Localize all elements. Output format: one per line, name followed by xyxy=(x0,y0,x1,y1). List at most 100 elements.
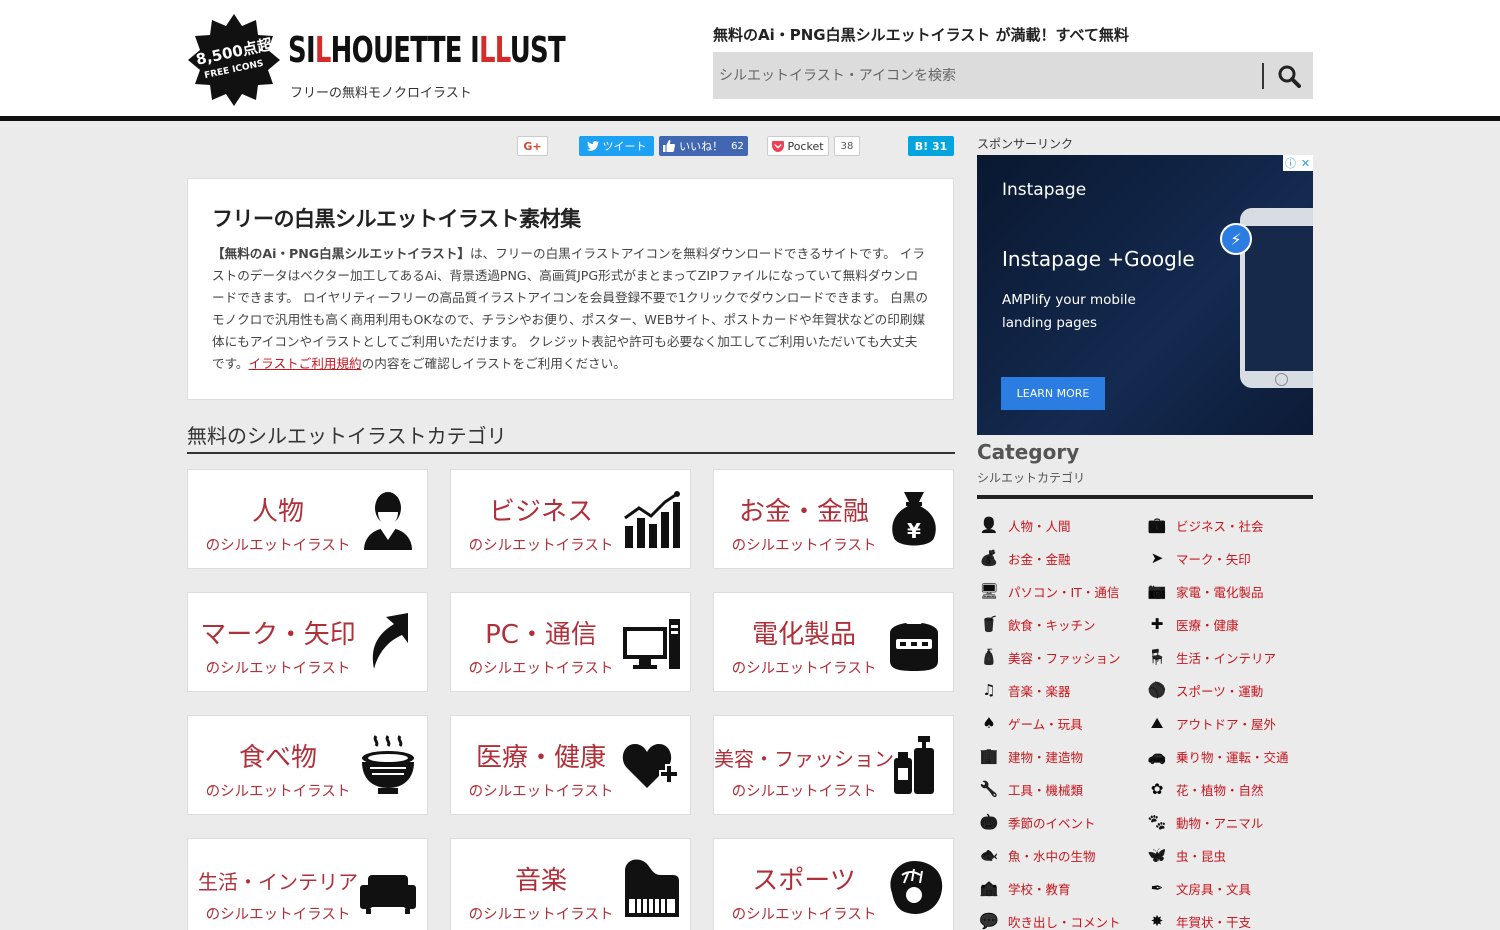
sidebar-category-label: 吹き出し・コメント xyxy=(1008,914,1121,930)
sidebar-category-item[interactable]: ♫ 音楽・楽器 xyxy=(978,679,1070,701)
tile-subtitle: のシルエットイラスト xyxy=(205,907,351,923)
pocket-button[interactable]: Pocket xyxy=(767,136,829,156)
sidebar-category-label: 魚・水中の生物 xyxy=(1008,848,1096,864)
rice-cooker-icon xyxy=(890,619,938,671)
tile-title: 音楽 xyxy=(514,866,567,896)
speech-bubble-icon: 💬 xyxy=(979,912,999,930)
tile-title: 美容・ファッション xyxy=(714,747,894,771)
sidebar-category-item[interactable]: ⛰ アウトドア・屋外 xyxy=(1146,712,1276,734)
sidebar-category-item[interactable]: 🔧 工具・機械類 xyxy=(978,778,1083,800)
medical-icon: ✚ xyxy=(1150,615,1164,633)
sidebar-category-item[interactable]: ♠ ゲーム・玩具 xyxy=(978,712,1083,734)
category-tile-food[interactable]: 食べ物 のシルエットイラスト xyxy=(187,715,428,815)
sidebar-category-item[interactable]: ➤ マーク・矢印 xyxy=(1146,547,1251,569)
piano-icon xyxy=(625,859,679,917)
sidebar-category-item[interactable]: 🐟 魚・水中の生物 xyxy=(978,844,1096,866)
search-button[interactable] xyxy=(1265,52,1313,99)
sidebar-category-item[interactable]: 🪑 生活・インテリア xyxy=(1146,646,1276,668)
tile-title: 人物 xyxy=(251,497,304,527)
search-divider xyxy=(1262,63,1264,89)
tweet-label: ツイート xyxy=(602,140,647,153)
gplus-share-button[interactable]: G+ xyxy=(517,136,548,156)
car-icon: 🚗 xyxy=(1147,747,1167,765)
sidebar-category-label: 学校・教育 xyxy=(1008,881,1071,897)
money-bag-icon: ¥ xyxy=(892,492,936,546)
sidebar-title: Category xyxy=(977,440,1080,464)
sidebar-category-label: 人物・人間 xyxy=(1008,518,1071,534)
sidebar-category-label: パソコン・IT・通信 xyxy=(1008,584,1120,600)
sidebar-category-label: 花・植物・自然 xyxy=(1176,782,1264,798)
sidebar-category-label: 生活・インテリア xyxy=(1176,650,1277,666)
person-icon: 👤 xyxy=(979,516,999,534)
ad-choices[interactable]: ⓘ ✕ xyxy=(1283,155,1313,171)
category-tile-business[interactable]: ビジネス のシルエットイラスト xyxy=(450,469,691,569)
category-tile-person[interactable]: 人物 のシルエットイラスト xyxy=(187,469,428,569)
tile-subtitle: のシルエットイラスト xyxy=(468,784,614,800)
facebook-like-button[interactable]: いいね！ 62 xyxy=(659,136,748,156)
sidebar-category-label: 工具・機械類 xyxy=(1008,782,1084,798)
terms-link[interactable]: イラストご利用規約 xyxy=(249,356,362,371)
wrench-icon: 🔧 xyxy=(979,780,999,798)
sidebar-category-item[interactable]: 🏫 学校・教育 xyxy=(978,877,1071,899)
site-tagline: 無料のAi・PNG白黒シルエットイラスト が満載！すべて無料 xyxy=(713,26,1129,44)
sidebar-category-item[interactable]: 💰 お金・金融 xyxy=(978,547,1071,569)
svg-text:¥: ¥ xyxy=(907,519,921,543)
tweet-button[interactable]: ツイート xyxy=(579,136,654,156)
intro-lead: 【無料のAi・PNG白黒シルエットイラスト】 xyxy=(212,246,471,261)
sidebar-category-item[interactable]: 🖥 パソコン・IT・通信 xyxy=(978,580,1119,602)
category-tile-money[interactable]: お金・金融 のシルエットイラスト ¥ xyxy=(713,469,954,569)
search-input[interactable] xyxy=(713,52,1261,99)
computer-icon xyxy=(623,619,680,669)
ad-banner[interactable]: ⓘ ✕ Instapage Instapage +Google AMPlify y… xyxy=(977,155,1313,435)
sidebar-category-item[interactable]: 👤 人物・人間 xyxy=(978,514,1071,536)
sidebar-category-item[interactable]: ✚ 医療・健康 xyxy=(1146,613,1239,635)
sidebar-category-item[interactable]: 🐾 動物・アニマル xyxy=(1146,811,1264,833)
fish-icon: 🐟 xyxy=(979,846,999,864)
info-icon[interactable]: ⓘ xyxy=(1283,155,1298,171)
sidebar-category-item[interactable]: 📷 家電・電化製品 xyxy=(1146,580,1264,602)
close-icon[interactable]: ✕ xyxy=(1298,155,1313,171)
tile-subtitle: のシルエットイラスト xyxy=(468,907,614,923)
category-tile-sports[interactable]: スポーツ のシルエットイラスト xyxy=(713,838,954,930)
sidebar-category-item[interactable]: 💬 吹き出し・コメント xyxy=(978,910,1121,930)
sidebar-category-item[interactable]: 🧴 美容・ファッション xyxy=(978,646,1121,668)
ad-cta-button[interactable]: LEARN MORE xyxy=(1001,377,1105,410)
tile-title: スポーツ xyxy=(752,866,856,896)
category-tile-beauty[interactable]: 美容・ファッション のシルエットイラスト xyxy=(713,715,954,815)
sidebar-category-label: アウトドア・屋外 xyxy=(1176,716,1277,732)
category-tile-pc[interactable]: PC・通信 のシルエットイラスト xyxy=(450,592,691,692)
tile-title: お金・金融 xyxy=(738,497,869,527)
site-logo[interactable]: SILHOUETTE ILLUST xyxy=(288,30,566,71)
category-tile-medical[interactable]: 医療・健康 のシルエットイラスト xyxy=(450,715,691,815)
tile-subtitle: のシルエットイラスト xyxy=(731,907,877,923)
logo-subtitle: フリーの無料モノクロイラスト xyxy=(290,86,472,101)
sidebar-category-item[interactable]: 🎃 季節のイベント xyxy=(978,811,1096,833)
category-tile-interior[interactable]: 生活・インテリア のシルエットイラスト xyxy=(187,838,428,930)
sidebar-category-label: ゲーム・玩具 xyxy=(1008,716,1083,732)
mountain-icon: ⛰ xyxy=(1150,714,1164,732)
twitter-bird-icon xyxy=(586,141,599,151)
person-icon xyxy=(364,492,412,550)
new-year-icon: ✸ xyxy=(1150,912,1164,930)
music-note-icon: ♫ xyxy=(982,681,996,699)
sidebar-category-item[interactable]: 💼 ビジネス・社会 xyxy=(1146,514,1264,536)
sidebar-category-item[interactable]: 🚗 乗り物・運転・交通 xyxy=(1146,745,1289,767)
building-icon: 🏢 xyxy=(979,747,999,765)
category-tile-music[interactable]: 音楽 のシルエットイラスト xyxy=(450,838,691,930)
camera-icon: 📷 xyxy=(1147,582,1167,600)
tile-title: ビジネス xyxy=(488,497,593,527)
sidebar-category-item[interactable]: 🦋 虫・昆虫 xyxy=(1146,844,1226,866)
sidebar-category-item[interactable]: 🏢 建物・建造物 xyxy=(978,745,1083,767)
category-tile-appliance[interactable]: 電化製品 のシルエットイラスト xyxy=(713,592,954,692)
sidebar-category-item[interactable]: ✒ 文房具・文具 xyxy=(1146,877,1251,899)
sidebar-category-label: 文房具・文具 xyxy=(1176,881,1252,897)
baseball-glove-icon xyxy=(890,861,943,914)
sidebar-category-item[interactable]: ✿ 花・植物・自然 xyxy=(1146,778,1264,800)
thumbs-up-icon xyxy=(663,140,676,152)
hatena-bookmark-button[interactable]: B! 31 xyxy=(908,136,954,156)
sidebar-category-label: 年賀状・干支 xyxy=(1176,914,1252,930)
sidebar-category-item[interactable]: ⚾ スポーツ・運動 xyxy=(1146,679,1264,701)
sidebar-category-item[interactable]: 🥤 飲食・キッチン xyxy=(978,613,1096,635)
sidebar-category-item[interactable]: ✸ 年賀状・干支 xyxy=(1146,910,1251,930)
category-tile-mark[interactable]: マーク・矢印 のシルエットイラスト xyxy=(187,592,428,692)
